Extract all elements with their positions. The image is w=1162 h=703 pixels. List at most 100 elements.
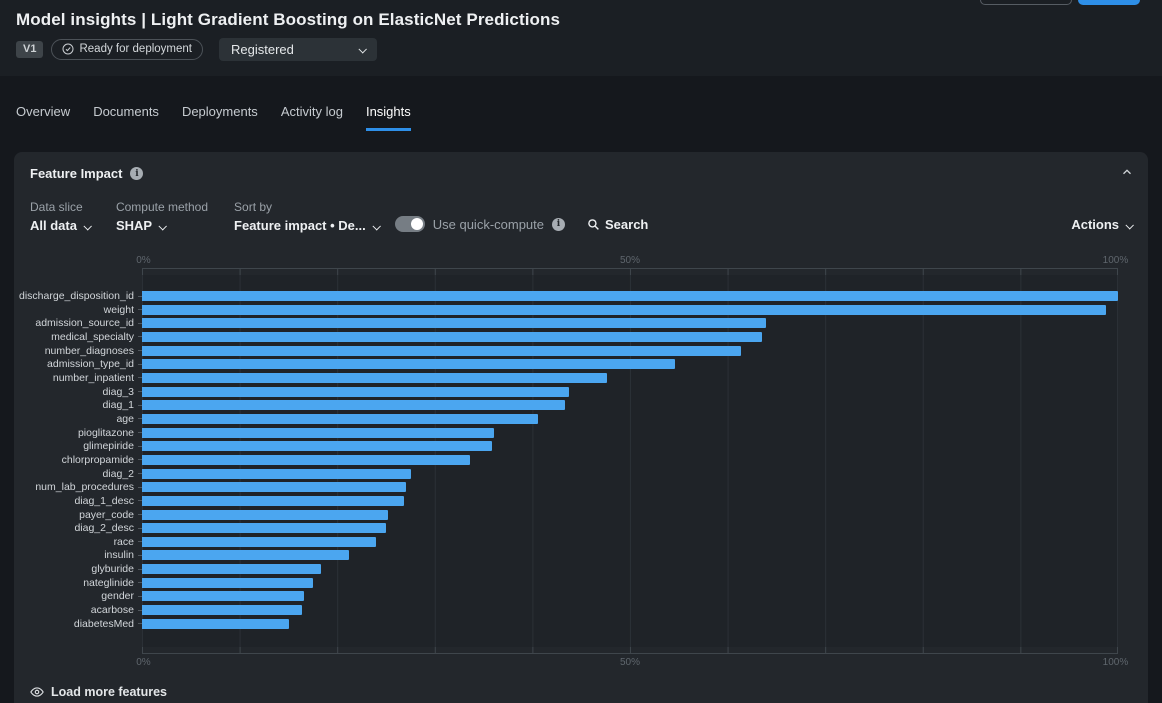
chart-controls: Data slice All data Compute method SHAP … (30, 200, 1132, 233)
actions-dropdown[interactable]: Actions (1071, 217, 1132, 232)
chevron-down-icon (159, 222, 167, 230)
x-axis-bottom-labels: 0% 50% 100% (142, 657, 1118, 670)
tick-label: 50% (620, 657, 640, 668)
feature-label: age (30, 414, 142, 424)
data-slice-control: Data slice All data (30, 200, 90, 233)
feature-bar[interactable] (142, 318, 766, 328)
feature-bar[interactable] (142, 373, 607, 383)
feature-bar[interactable] (142, 359, 675, 369)
feature-bar[interactable] (142, 619, 289, 629)
sort-by-label: Sort by (234, 200, 379, 214)
feature-label: diag_1_desc (30, 496, 142, 506)
feature-bar[interactable] (142, 537, 376, 547)
bar-row (142, 469, 1118, 479)
feature-label: num_lab_procedures (30, 482, 142, 492)
bar-row (142, 305, 1118, 315)
bar-row (142, 359, 1118, 369)
feature-label: payer_code (30, 510, 142, 520)
tick-label: 0% (136, 255, 150, 266)
feature-bar[interactable] (142, 332, 762, 342)
collapse-panel-button[interactable] (1120, 165, 1134, 179)
bar-row (142, 441, 1118, 451)
version-badge: V1 (16, 41, 43, 58)
tab-insights[interactable]: Insights (366, 104, 411, 131)
feature-label: number_inpatient (30, 373, 142, 383)
compute-method-dropdown[interactable]: SHAP (116, 218, 208, 233)
cutoff-button-secondary[interactable] (980, 0, 1072, 5)
feature-bar[interactable] (142, 441, 492, 451)
feature-bar[interactable] (142, 550, 349, 560)
feature-label: number_diagnoses (30, 346, 142, 356)
registry-stage-dropdown[interactable]: Registered (219, 38, 377, 61)
tab-deployments[interactable]: Deployments (182, 104, 258, 131)
bar-row (142, 428, 1118, 438)
feature-label: chlorpropamide (30, 455, 142, 465)
feature-bar[interactable] (142, 455, 470, 465)
feature-bar[interactable] (142, 414, 538, 424)
chevron-down-icon (372, 222, 380, 230)
feature-label: glimepiride (30, 441, 142, 451)
feature-impact-panel: Feature Impact Data slice All data Compu… (14, 152, 1148, 703)
bar-row (142, 619, 1118, 629)
tick-label: 100% (1103, 255, 1129, 266)
x-axis-top-labels: 0% 50% 100% (142, 255, 1118, 268)
info-icon[interactable] (130, 167, 143, 180)
feature-label: discharge_disposition_id (30, 291, 142, 301)
data-slice-dropdown[interactable]: All data (30, 218, 90, 233)
feature-bar[interactable] (142, 496, 404, 506)
feature-bar[interactable] (142, 346, 741, 356)
load-more-features-button[interactable]: Load more features (30, 685, 1132, 699)
feature-bar[interactable] (142, 400, 565, 410)
bar-row (142, 578, 1118, 588)
sort-by-control: Sort by Feature impact • De... (234, 200, 379, 233)
feature-label: diabetesMed (30, 619, 142, 629)
page-header: Model insights | Light Gradient Boosting… (0, 0, 1162, 76)
quick-compute-label: Use quick-compute (433, 217, 544, 232)
feature-label: medical_specialty (30, 332, 142, 342)
feature-label: admission_type_id (30, 359, 142, 369)
tick-label: 0% (136, 657, 150, 668)
tab-documents[interactable]: Documents (93, 104, 159, 131)
quick-compute-toggle[interactable] (395, 216, 425, 232)
feature-label: admission_source_id (30, 318, 142, 328)
plot-area (142, 275, 1118, 647)
compute-method-control: Compute method SHAP (116, 200, 208, 233)
feature-bar[interactable] (142, 482, 406, 492)
feature-bar[interactable] (142, 291, 1118, 301)
feature-bar[interactable] (142, 510, 388, 520)
bar-row (142, 346, 1118, 356)
feature-label: weight (30, 305, 142, 315)
quick-compute-control: Use quick-compute (395, 216, 565, 232)
tab-activity-log[interactable]: Activity log (281, 104, 343, 131)
feature-impact-chart: 0% 50% 100% discharge_disposition_idweig… (30, 255, 1118, 670)
feature-label: pioglitazone (30, 428, 142, 438)
feature-label: gender (30, 591, 142, 601)
feature-bar[interactable] (142, 578, 313, 588)
info-icon[interactable] (552, 218, 565, 231)
feature-bar[interactable] (142, 305, 1106, 315)
bar-row (142, 550, 1118, 560)
feature-bar[interactable] (142, 591, 304, 601)
feature-label: race (30, 537, 142, 547)
feature-bar[interactable] (142, 564, 321, 574)
search-button[interactable]: Search (587, 217, 648, 232)
bar-row (142, 523, 1118, 533)
feature-bar[interactable] (142, 605, 302, 615)
feature-label: diag_2_desc (30, 523, 142, 533)
feature-bar[interactable] (142, 469, 411, 479)
feature-bar[interactable] (142, 428, 494, 438)
bar-row (142, 318, 1118, 328)
bar-row (142, 387, 1118, 397)
feature-label: diag_3 (30, 387, 142, 397)
sort-by-dropdown[interactable]: Feature impact • De... (234, 218, 379, 233)
page-title: Model insights | Light Gradient Boosting… (16, 10, 1146, 30)
tab-overview[interactable]: Overview (16, 104, 70, 131)
feature-bar[interactable] (142, 523, 386, 533)
compute-method-label: Compute method (116, 200, 208, 214)
chevron-down-icon (83, 222, 91, 230)
search-label: Search (605, 217, 648, 232)
cutoff-button-primary[interactable] (1078, 0, 1140, 5)
status-badge-label: Ready for deployment (79, 43, 192, 57)
feature-bar[interactable] (142, 387, 569, 397)
bar-row (142, 332, 1118, 342)
